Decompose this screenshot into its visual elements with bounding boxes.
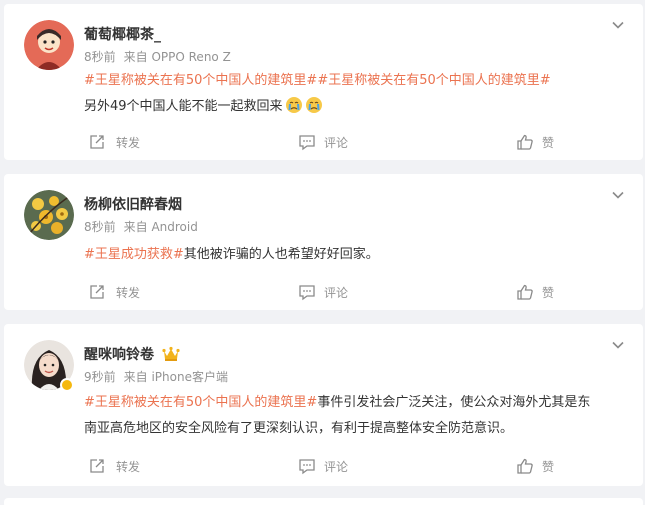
hashtag-link[interactable]: #王星成功获救# xyxy=(84,247,184,262)
post-content: #王星成功获救#其他被诈骗的人也希望好好回家。 xyxy=(84,242,624,268)
post-text: 另外49个中国人能不能一起救回来 xyxy=(84,99,283,114)
post-actions: 转发 评论 赞 xyxy=(4,132,643,152)
chevron-down-icon[interactable] xyxy=(611,188,625,202)
comment-icon xyxy=(299,459,315,475)
username[interactable]: 醒咪响铃卷 xyxy=(84,344,180,364)
repost-label: 转发 xyxy=(116,135,141,150)
comment-button[interactable]: 评论 xyxy=(298,456,348,476)
post-meta: 9秒前 来自 iPhone客户端 xyxy=(84,368,228,385)
repost-label: 转发 xyxy=(116,459,141,474)
post-card: 杨柳依旧醉春烟 8秒前 来自 Android #王星成功获救#其他被诈骗的人也希望… xyxy=(4,174,643,310)
hashtag-link[interactable]: #王星称被关在有50个中国人的建筑里# xyxy=(84,395,317,410)
post-text: 事件引发社会广泛关注，使公众对海外尤其是东 xyxy=(317,395,591,410)
repost-icon xyxy=(90,285,104,299)
crown-icon xyxy=(162,346,180,361)
comment-label: 评论 xyxy=(324,459,349,474)
like-button[interactable]: 赞 xyxy=(516,456,554,476)
timestamp: 8秒前 xyxy=(84,50,116,64)
avatar[interactable] xyxy=(24,190,74,240)
weibo-comment-feed: 葡萄椰椰茶_ 8秒前 来自 OPPO Reno Z #王星称被关在有50个中国人的… xyxy=(0,0,645,505)
repost-icon xyxy=(90,135,104,149)
comment-label: 评论 xyxy=(324,135,349,150)
thumbs-up-icon xyxy=(517,134,533,150)
post-actions: 转发 评论 赞 xyxy=(4,456,643,476)
post-content: #王星称被关在有50个中国人的建筑里#事件引发社会广泛关注，使公众对海外尤其是东… xyxy=(84,390,632,442)
hashtag-link[interactable]: #王星称被关在有50个中国人的建筑里# xyxy=(84,73,317,88)
timestamp: 9秒前 xyxy=(84,370,116,384)
comment-icon xyxy=(299,135,315,151)
comment-icon xyxy=(299,285,315,301)
username[interactable]: 杨柳依旧醉春烟 xyxy=(84,194,182,214)
comment-button[interactable]: 评论 xyxy=(298,282,348,302)
repost-icon xyxy=(90,459,104,473)
like-button[interactable]: 赞 xyxy=(516,132,554,152)
repost-button[interactable]: 转发 xyxy=(88,456,140,476)
crying-face-emoji xyxy=(305,97,322,113)
verified-badge-icon xyxy=(60,378,74,392)
timestamp: 8秒前 xyxy=(84,220,116,234)
post-actions: 转发 评论 赞 xyxy=(4,282,643,302)
repost-button[interactable]: 转发 xyxy=(88,282,140,302)
like-button[interactable]: 赞 xyxy=(516,282,554,302)
post-card: 葡萄椰椰茶_ 8秒前 来自 OPPO Reno Z #王星称被关在有50个中国人的… xyxy=(4,4,643,160)
like-label: 赞 xyxy=(542,285,555,300)
post-source: 来自 Android xyxy=(123,220,198,234)
like-label: 赞 xyxy=(542,135,555,150)
comment-label: 评论 xyxy=(324,285,349,300)
post-meta: 8秒前 来自 Android xyxy=(84,218,198,235)
post-source: 来自 OPPO Reno Z xyxy=(123,50,231,64)
comment-button[interactable]: 评论 xyxy=(298,132,348,152)
username[interactable]: 葡萄椰椰茶_ xyxy=(84,24,161,44)
post-text: 南亚高危地区的安全风险有了更深刻认识，有利于提高整体安全防范意识。 xyxy=(84,421,514,436)
like-label: 赞 xyxy=(542,459,555,474)
chevron-down-icon[interactable] xyxy=(611,338,625,352)
crying-face-emoji xyxy=(285,97,302,113)
avatar[interactable] xyxy=(24,20,74,70)
chevron-down-icon[interactable] xyxy=(611,18,625,32)
post-card: 醒咪响铃卷 9秒前 来自 iPhone客户端 #王星称被关在有50个中国人的建筑里… xyxy=(4,324,643,486)
post-text: 其他被诈骗的人也希望好好回家。 xyxy=(183,247,379,262)
repost-button[interactable]: 转发 xyxy=(88,132,140,152)
post-card xyxy=(4,498,643,505)
thumbs-up-icon xyxy=(517,458,533,474)
post-source: 来自 iPhone客户端 xyxy=(123,370,228,384)
hashtag-link[interactable]: #王星称被关在有50个中国人的建筑里# xyxy=(317,73,550,88)
post-meta: 8秒前 来自 OPPO Reno Z xyxy=(84,48,231,65)
thumbs-up-icon xyxy=(517,284,533,300)
post-content: #王星称被关在有50个中国人的建筑里##王星称被关在有50个中国人的建筑里# 另… xyxy=(84,68,624,120)
repost-label: 转发 xyxy=(116,285,141,300)
